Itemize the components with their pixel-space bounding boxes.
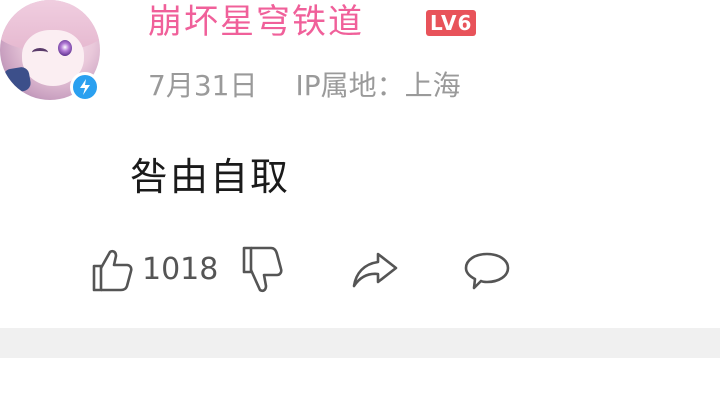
section-divider xyxy=(0,328,720,358)
comment-bubble-icon xyxy=(464,252,510,290)
comment-text: 咎由自取 xyxy=(130,155,291,199)
username[interactable]: 崩坏星穹铁道 xyxy=(148,2,364,42)
avatar-accent xyxy=(2,65,32,95)
like-count: 1018 xyxy=(142,252,219,287)
reply-button[interactable] xyxy=(460,242,514,298)
thumbs-up-icon xyxy=(92,249,133,292)
comment-card: 崩坏星穹铁道 LV6 7月31日 IP属地：上海 咎由自取 1018 xyxy=(0,0,720,328)
share-button[interactable] xyxy=(348,242,402,298)
comment-meta: 7月31日 IP属地：上海 xyxy=(148,66,461,106)
thumbs-down-icon xyxy=(242,246,283,293)
comment-date: 7月31日 xyxy=(148,69,258,102)
share-arrow-icon xyxy=(352,252,398,288)
ip-location: IP属地：上海 xyxy=(295,69,461,102)
like-button[interactable]: 1018 xyxy=(88,242,218,298)
comment-page: 崩坏星穹铁道 LV6 7月31日 IP属地：上海 咎由自取 1018 xyxy=(0,0,720,405)
dislike-button[interactable] xyxy=(238,242,286,298)
level-badge: LV6 xyxy=(426,10,477,36)
lightning-badge-icon xyxy=(70,72,100,102)
avatar-eye-right xyxy=(58,40,72,56)
avatar-eye-left xyxy=(32,48,48,57)
